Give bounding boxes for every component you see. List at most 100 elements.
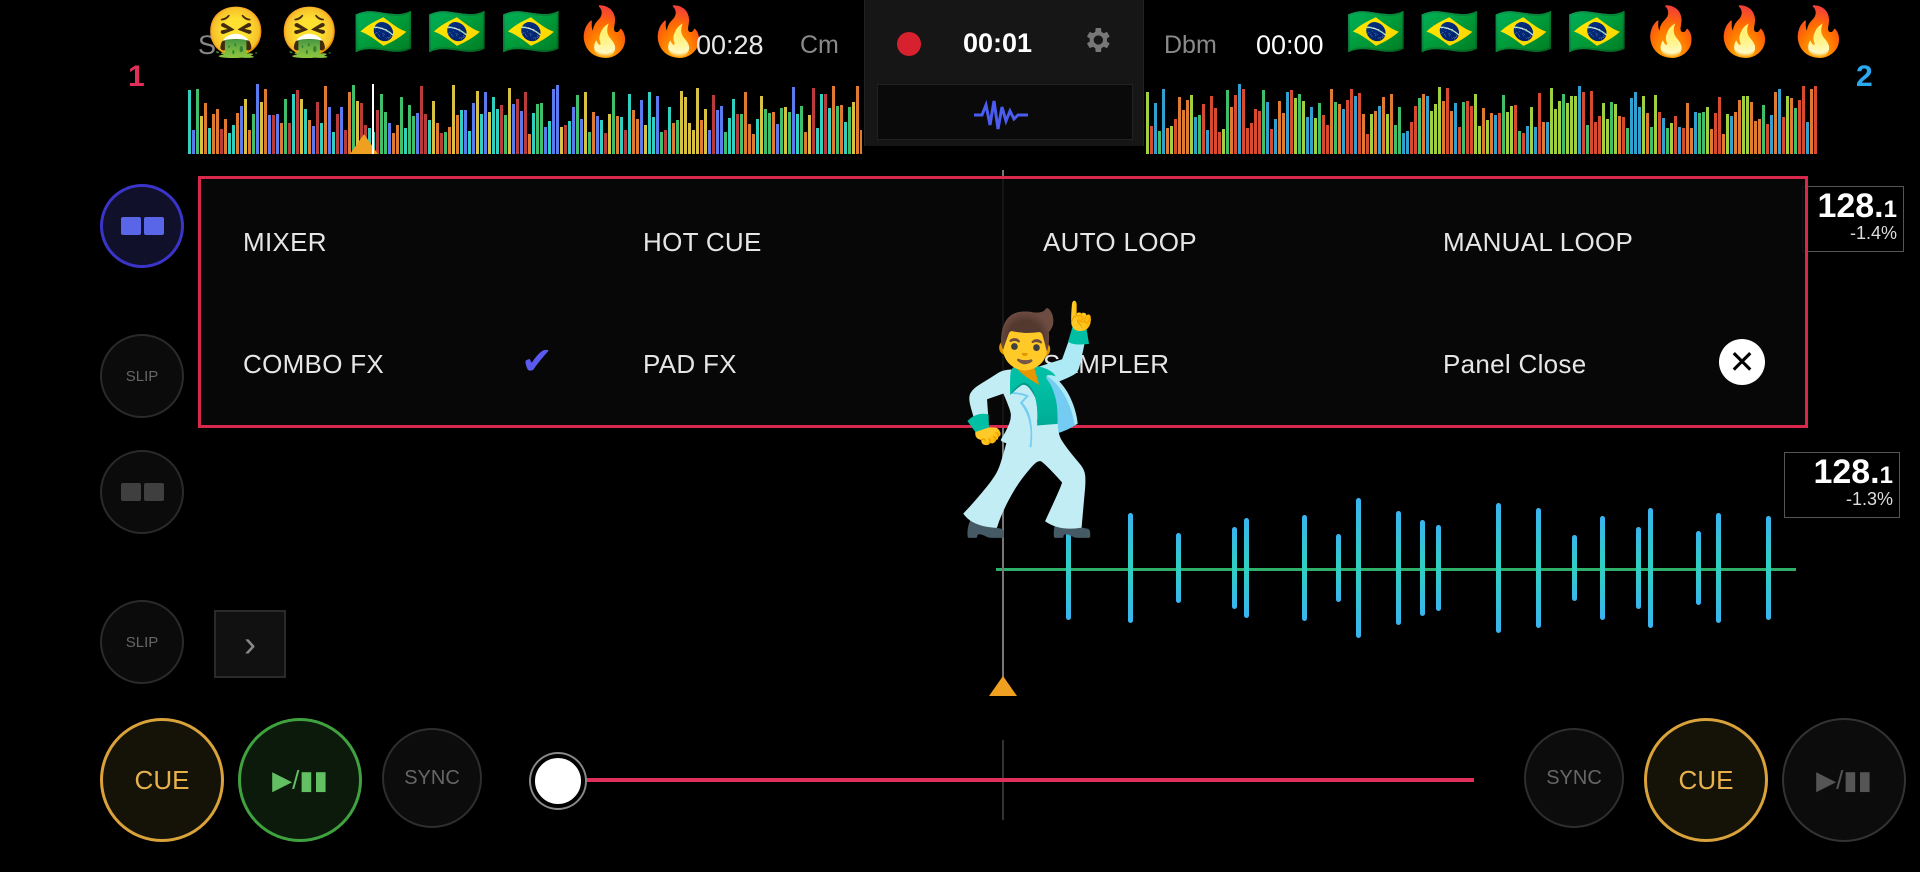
overview-bar xyxy=(1362,113,1365,154)
overview-bar xyxy=(772,112,775,154)
menu-item-manual-loop[interactable]: MANUAL LOOP xyxy=(1443,227,1633,258)
overview-bar xyxy=(1370,114,1373,154)
waveform-toggle-icon[interactable] xyxy=(877,84,1133,140)
overview-bar xyxy=(436,123,439,154)
overview-bar xyxy=(700,119,703,154)
deck-1-title-emoji: 🔥 xyxy=(574,4,635,60)
overview-bar xyxy=(456,114,459,154)
overview-bar xyxy=(316,102,319,154)
record-button[interactable] xyxy=(897,32,921,56)
menu-item-auto-loop[interactable]: AUTO LOOP xyxy=(1043,227,1197,258)
bpm-value: 128. xyxy=(1817,187,1884,225)
overview-bar xyxy=(1378,105,1381,154)
overview-bar xyxy=(1662,118,1665,154)
overview-bar xyxy=(1522,133,1525,154)
deck-2-bpm-display[interactable]: 128.1 -1.3% xyxy=(1784,452,1900,518)
overview-bar xyxy=(1422,93,1425,154)
overview-bar xyxy=(1234,94,1237,154)
menu-item-pad-fx[interactable]: PAD FX xyxy=(643,349,737,380)
overview-bar xyxy=(1690,127,1693,154)
menu-item-hot-cue[interactable]: HOT CUE xyxy=(643,227,762,258)
deck-1-overview-waveform[interactable] xyxy=(188,84,862,154)
close-icon[interactable]: ✕ xyxy=(1719,339,1765,385)
waveform-transient xyxy=(1766,516,1771,620)
overview-bar xyxy=(1226,90,1229,154)
overview-bar xyxy=(540,102,543,154)
overview-bar xyxy=(640,99,643,154)
deck-2-overview-waveform[interactable] xyxy=(1146,84,1818,154)
overview-bar xyxy=(576,95,579,154)
deck-2-title-emoji: 🇧🇷 xyxy=(1419,4,1480,60)
deck-1-cue-button[interactable]: CUE xyxy=(100,718,224,842)
overview-bar xyxy=(328,107,331,154)
overview-bar xyxy=(1146,91,1149,154)
overview-bar xyxy=(1462,102,1465,154)
overview-bar xyxy=(1510,106,1513,154)
waveform-transient xyxy=(1572,534,1577,602)
overview-bar xyxy=(1318,102,1321,154)
overview-bar xyxy=(1410,122,1413,154)
overview-bar xyxy=(1202,103,1205,154)
overview-bar xyxy=(392,133,395,154)
overview-bar xyxy=(1542,121,1545,154)
overview-bar xyxy=(1614,104,1617,154)
overview-bar xyxy=(1738,99,1741,154)
overview-bar xyxy=(1710,128,1713,154)
deck-2-play-pause-button[interactable]: ▶/▮▮ xyxy=(1782,718,1906,842)
overview-bar xyxy=(224,118,227,154)
overview-bar xyxy=(1606,119,1609,154)
overview-bar xyxy=(820,94,823,154)
overview-bar xyxy=(808,114,811,154)
overview-bar xyxy=(1390,94,1393,154)
overview-bar xyxy=(296,90,299,154)
overview-bar xyxy=(1750,102,1753,154)
overview-bar xyxy=(1654,94,1657,154)
panel-toggle-button[interactable] xyxy=(100,184,184,268)
overview-bar xyxy=(412,116,415,154)
overview-bar xyxy=(1178,97,1181,154)
overview-bar xyxy=(660,132,663,154)
overview-bar xyxy=(784,107,787,154)
overview-bar xyxy=(1266,102,1269,154)
deck-1-bpm-display[interactable]: 128.1 -1.4% xyxy=(1802,186,1904,252)
overview-bar xyxy=(704,108,707,154)
overview-bar xyxy=(508,87,511,154)
overview-bar xyxy=(712,95,715,154)
overview-bar xyxy=(1454,103,1457,154)
overview-bar xyxy=(628,93,631,154)
overview-bar xyxy=(600,119,603,154)
overview-bar xyxy=(1594,122,1597,154)
overview-bar xyxy=(560,127,563,154)
deck-1-title-emoji: 🇧🇷 xyxy=(501,4,561,60)
overview-bar xyxy=(1550,87,1553,154)
waveform-transient xyxy=(1420,519,1425,617)
gear-icon[interactable] xyxy=(1081,24,1113,61)
overview-bar xyxy=(468,130,471,154)
overview-bar xyxy=(1734,111,1737,154)
slip-button-bottom[interactable]: SLIP xyxy=(100,600,184,684)
panel-toggle-button-2[interactable] xyxy=(100,450,184,534)
expand-arrow-button[interactable]: › xyxy=(214,610,286,678)
deck-1-play-pause-button[interactable]: ▶/▮▮ xyxy=(238,718,362,842)
overview-bar xyxy=(1778,88,1781,154)
play-pause-icon: ▶/▮▮ xyxy=(272,764,328,795)
menu-item-panel-close[interactable]: Panel Close xyxy=(1443,349,1587,380)
deck-2-sync-button[interactable]: SYNC xyxy=(1524,728,1624,828)
overview-bar xyxy=(188,89,191,154)
overview-bar xyxy=(744,92,747,154)
slip-button-top[interactable]: SLIP xyxy=(100,334,184,418)
overview-bar xyxy=(1570,96,1573,154)
deck-1-sync-button[interactable]: SYNC xyxy=(382,728,482,828)
crossfader-track[interactable] xyxy=(530,778,1474,782)
overview-bar xyxy=(760,95,763,154)
overview-bar xyxy=(632,109,635,154)
deck-2-cue-button[interactable]: CUE xyxy=(1644,718,1768,842)
menu-item-mixer[interactable]: MIXER xyxy=(243,227,327,258)
menu-item-combo-fx[interactable]: COMBO FX xyxy=(243,349,384,380)
crossfader-knob[interactable] xyxy=(531,754,586,808)
overview-bar xyxy=(692,129,695,154)
overview-bar xyxy=(1610,102,1613,154)
overview-bar xyxy=(1634,92,1637,154)
overview-bar xyxy=(1430,110,1433,154)
overview-bar xyxy=(1562,94,1565,154)
